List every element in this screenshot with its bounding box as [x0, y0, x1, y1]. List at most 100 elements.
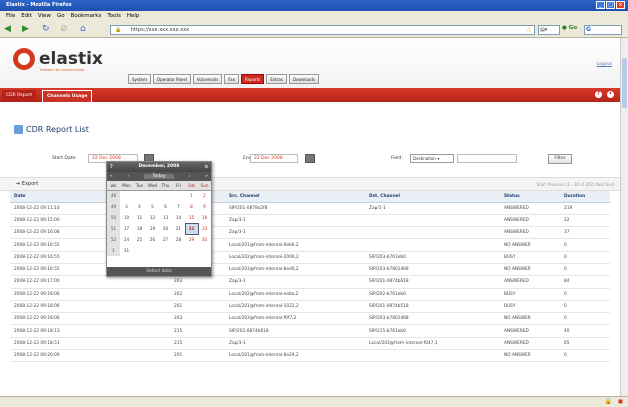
calendar-day[interactable]: 17	[120, 223, 133, 234]
menu-file[interactable]: File	[6, 13, 15, 20]
table-row[interactable]: 2008-12-22 09:15:00 Zap/3-1 ANSWERED 22	[10, 214, 610, 228]
minimize-button[interactable]: _	[596, 1, 605, 9]
table-row[interactable]: 2008-12-22 09:18:06 202 Local/202@from-int…	[10, 288, 610, 301]
feed-icon[interactable]: ▤▾	[538, 25, 560, 35]
filter-value-input[interactable]	[457, 154, 517, 163]
tab-system[interactable]: System	[128, 74, 151, 84]
url-bar[interactable]: 🔒 https://xxx.xxx.xxx.xxx ☆	[110, 25, 535, 35]
menu-edit[interactable]: Edit	[21, 13, 32, 20]
tab-downloads[interactable]: Downloads	[288, 74, 319, 84]
tab-operator-panel[interactable]: Operator Panel	[152, 74, 191, 84]
calendar-prev-month-button[interactable]: ‹	[128, 174, 130, 179]
back-icon[interactable]: ◀	[4, 25, 11, 34]
calendar-day[interactable]: 15	[185, 212, 198, 223]
col-dst-channel[interactable]: Dst. Channel	[365, 191, 500, 203]
vertical-scrollbar[interactable]	[620, 38, 628, 396]
settings-icon[interactable]: •	[607, 91, 614, 98]
search-input[interactable]: G	[584, 25, 622, 35]
calendar-day[interactable]: 26	[146, 234, 159, 245]
col-duration[interactable]: Duration	[560, 191, 610, 203]
calendar-day[interactable]: 6	[159, 201, 172, 212]
calendar-day[interactable]: 29	[185, 234, 198, 245]
calendar-next-year-button[interactable]: »	[205, 174, 208, 179]
forward-icon[interactable]: ▶	[22, 25, 29, 34]
table-row[interactable]: 2008-12-22 09:16:55 Local/203@from-intern…	[10, 263, 610, 277]
calendar-day[interactable]: 18	[133, 223, 146, 234]
table-row[interactable]: 2008-12-22 09:18:13 215 SIP/202-0874b618 SI…	[10, 324, 610, 338]
calendar-day[interactable]: 16	[198, 212, 211, 223]
table-row[interactable]: 2008-12-22 09:18:51 215 Zap/3-1 Local/203@f…	[10, 337, 610, 351]
calendar-day[interactable]: 19	[146, 223, 159, 234]
calendar-today-button[interactable]: Today	[144, 174, 174, 179]
close-window-button[interactable]: ×	[616, 1, 625, 9]
menu-tools[interactable]: Tools	[107, 13, 121, 20]
calendar-day[interactable]: 4	[133, 201, 146, 212]
calendar-day[interactable]: 31	[120, 245, 133, 256]
calendar-popup[interactable]: ? December, 2008 x « ‹ Today › » wk Mon Tu…	[106, 161, 212, 277]
end-date-input[interactable]: 22 Dec 2008	[250, 154, 298, 163]
menu-go[interactable]: Go	[57, 13, 65, 20]
maximize-button[interactable]: □	[606, 1, 615, 9]
calendar-day[interactable]: 22	[184, 222, 199, 235]
bookmark-star-icon[interactable]: ☆	[526, 26, 532, 34]
tab-voicemails[interactable]: Voicemails	[192, 74, 223, 84]
export-link[interactable]: ➔ Export	[16, 181, 38, 187]
home-icon[interactable]: ⌂	[80, 25, 86, 34]
reload-icon[interactable]: ↻	[42, 25, 50, 34]
calendar-day[interactable]: 30	[198, 234, 211, 245]
calendar-day[interactable]: 8	[185, 201, 198, 212]
table-row[interactable]: 2008-12-22 09:18:06 201 Local/201@from-int…	[10, 300, 610, 314]
calendar-close-button[interactable]: x	[205, 162, 208, 172]
calendar-day[interactable]: 23	[198, 223, 211, 234]
go-button[interactable]: ● Go	[562, 25, 577, 31]
table-row[interactable]: 2008-12-22 09:16:08 Zap/3-1 ANSWERED 37	[10, 226, 610, 240]
scrollbar-thumb[interactable]	[622, 58, 627, 108]
calendar-day[interactable]: 21	[172, 223, 185, 234]
subtab-channels-usage[interactable]: Channels Usage	[42, 90, 93, 102]
col-src-channel[interactable]: Src. Channel	[225, 191, 365, 203]
table-row[interactable]: 2008-12-22 09:16:55 Local/202@from-intern…	[10, 251, 610, 264]
table-row[interactable]: 2008-12-22 09:16:55 Local/201@from-intern…	[10, 238, 610, 252]
tab-extras[interactable]: Extras	[266, 74, 287, 84]
calendar-next-month-button[interactable]: ›	[188, 174, 190, 179]
table-row[interactable]: 2008-12-22 09:11:10 SIP/201-0878a2f8 Zap/1…	[10, 202, 610, 215]
calendar-day[interactable]: 28	[172, 234, 185, 245]
calendar-help-button[interactable]: ?	[110, 162, 113, 172]
filter-button[interactable]: Filter	[548, 154, 572, 164]
calendar-day[interactable]: 10	[120, 212, 133, 223]
tab-fax[interactable]: Fax	[224, 74, 239, 84]
calendar-day[interactable]: 14	[172, 212, 185, 223]
calendar-day[interactable]: 25	[133, 234, 146, 245]
table-row[interactable]: 2008-12-22 09:17:00 203 Zap/3-1 SIP/201-087…	[10, 275, 610, 289]
calendar-day[interactable]: 5	[146, 201, 159, 212]
logout-link[interactable]: Logout	[597, 62, 612, 67]
calendar-day[interactable]: 3	[120, 201, 133, 212]
calendar-day[interactable]: 1	[185, 190, 198, 201]
tab-reports[interactable]: Reports	[240, 74, 265, 84]
adblock-icon[interactable]: ◼	[618, 398, 623, 405]
calendar-day[interactable]: 27	[159, 234, 172, 245]
stop-icon[interactable]: ⊘	[60, 25, 68, 34]
col-date[interactable]: Date	[10, 191, 110, 203]
end-calendar-icon[interactable]	[305, 154, 315, 163]
calendar-day[interactable]: 7	[172, 201, 185, 212]
calendar-day[interactable]: 2	[198, 190, 211, 201]
elastix-logo[interactable]: elastix	[13, 48, 103, 70]
table-row[interactable]: 2008-12-22 09:18:06 203 Local/203@from-int…	[10, 312, 610, 326]
menu-bookmarks[interactable]: Bookmarks	[71, 13, 102, 20]
pagination[interactable]: Start Previous (1 - 20 of 202) Next End	[537, 182, 614, 187]
calendar-prev-year-button[interactable]: «	[110, 174, 113, 179]
calendar-day[interactable]: 24	[120, 234, 133, 245]
calendar-day[interactable]: 9	[198, 201, 211, 212]
calendar-day[interactable]: 12	[146, 212, 159, 223]
help-icon[interactable]: ?	[595, 91, 602, 98]
subtab-cdr-report[interactable]: CDR Report	[2, 90, 37, 102]
calendar-day[interactable]: 13	[159, 212, 172, 223]
menu-view[interactable]: View	[38, 13, 51, 20]
calendar-day[interactable]: 20	[159, 223, 172, 234]
calendar-day[interactable]: 11	[133, 212, 146, 223]
col-status[interactable]: Status	[500, 191, 560, 203]
table-row[interactable]: 2008-12-22 09:20:09 201 Local/201@from-int…	[10, 349, 610, 363]
field-select[interactable]: Destination ▾	[410, 154, 454, 163]
menu-help[interactable]: Help	[127, 13, 140, 20]
